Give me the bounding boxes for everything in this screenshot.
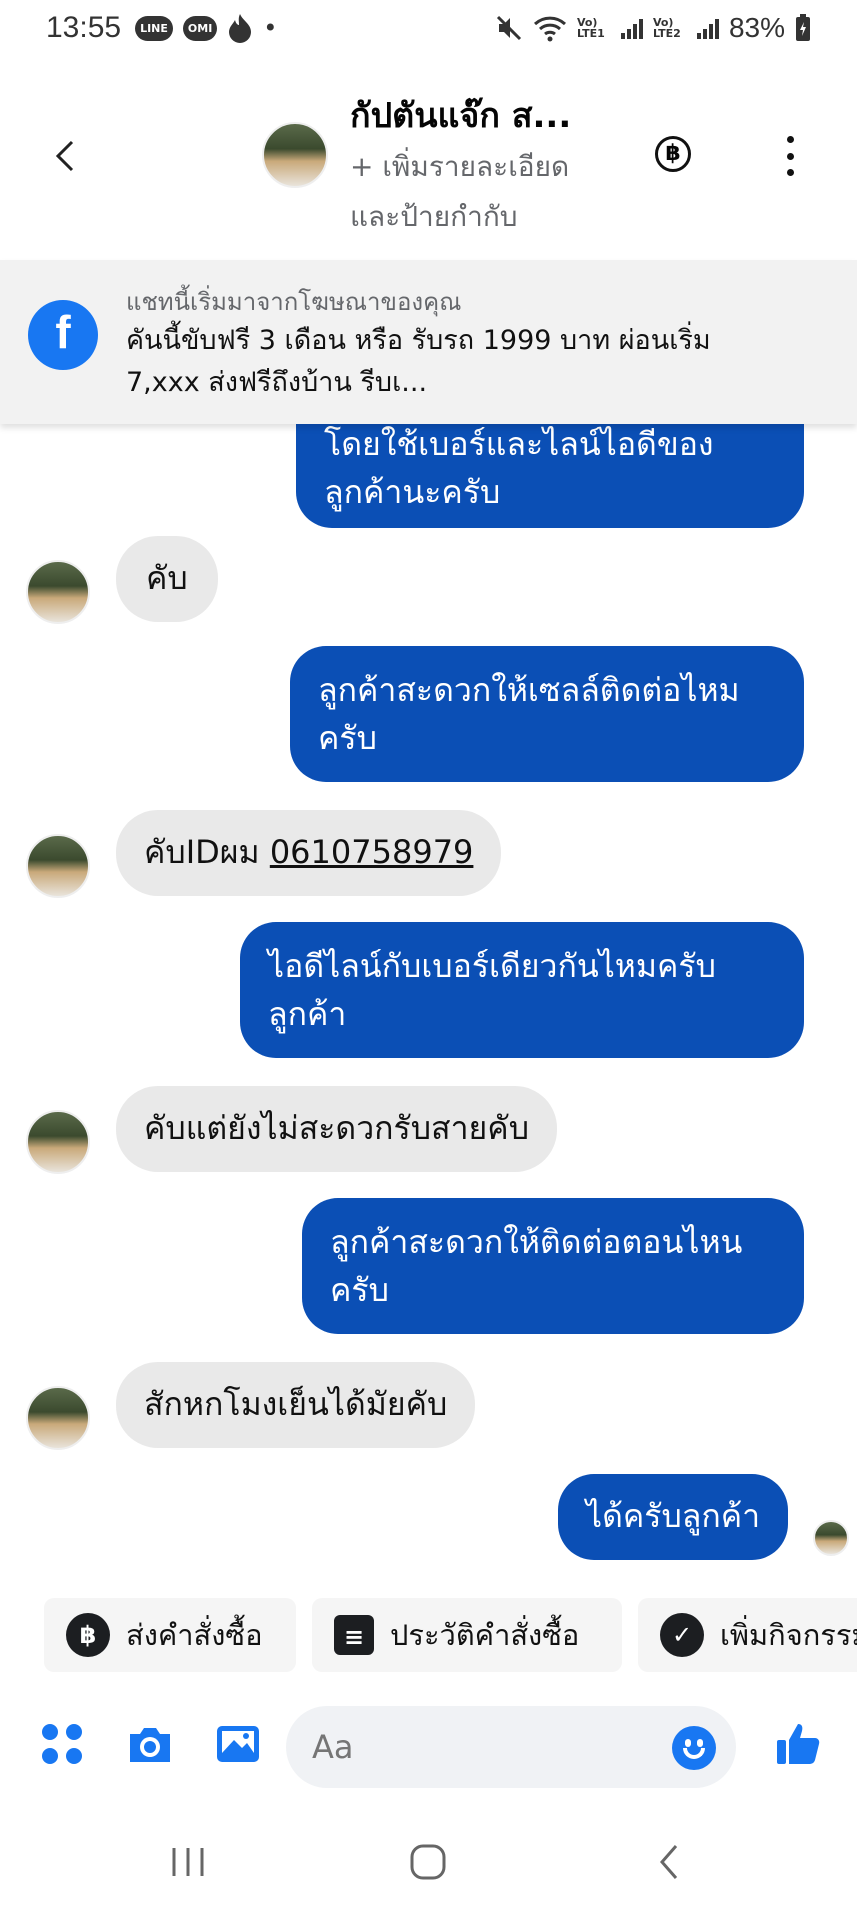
like-thumbs-up-icon[interactable] [774, 1720, 822, 1768]
message-outgoing[interactable]: ไอดีไลน์กับเบอร์เดียวกันไหมครับลูกค้า [240, 922, 804, 1058]
order-history-chip[interactable]: ≡ ประวัติคำสั่งซื้อ [312, 1598, 622, 1672]
omi-notification-icon: OMI [182, 15, 218, 41]
message-text: ลูกค้าสะดวกให้ติดต่อตอนไหนครับ [330, 1223, 743, 1309]
message-composer [0, 1700, 857, 1790]
status-time: 13:55 [46, 11, 122, 44]
signal-strength-icon [696, 17, 719, 39]
message-text: ลูกค้าสะดวกให้เซลล์ติดต่อไหมครับ [318, 671, 740, 757]
camera-icon[interactable] [126, 1720, 174, 1768]
emoji-icon[interactable] [672, 1726, 716, 1770]
seen-avatar [813, 1520, 849, 1556]
message-text: คับแต่ยังไม่สะดวกรับสายคับ [144, 1109, 529, 1147]
message-incoming[interactable]: คับแต่ยังไม่สะดวกรับสายคับ [116, 1086, 557, 1172]
wifi-icon [533, 16, 566, 42]
back-button[interactable] [48, 138, 88, 178]
sim2-label: Vo) LTE2 [652, 16, 681, 40]
facebook-icon: f [28, 300, 98, 370]
status-bar: 13:55 LINE OMI • Vo) LTE1 Vo) LTE2 83% [0, 0, 857, 56]
recent-apps-icon[interactable] [168, 1842, 208, 1882]
system-navigation-bar [0, 1820, 857, 1911]
message-text: คับ [146, 559, 188, 597]
message-text: ไอดีไลน์กับเบอร์เดียวกันไหมครับลูกค้า [268, 947, 716, 1033]
flame-notification-icon [229, 14, 252, 43]
message-outgoing[interactable]: โดยใช้เบอร์และไลน์ไอดีของลูกค้านะครับ [296, 424, 804, 528]
add-activity-chip[interactable]: ✓ เพิ่มกิจกรรม [638, 1598, 857, 1672]
contact-name[interactable]: กัปตันแจ๊ก ส... [350, 88, 571, 142]
more-options-icon[interactable] [778, 136, 802, 176]
phone-number-link[interactable]: 0610758979 [270, 833, 474, 871]
message-input[interactable] [312, 1722, 642, 1772]
message-incoming[interactable]: สักหกโมงเย็นได้มัยคับ [116, 1362, 476, 1448]
action-chip-bar[interactable]: ฿ ส่งคำสั่งซื้อ ≡ ประวัติคำสั่งซื้อ ✓ เพ… [0, 1598, 857, 1674]
sender-avatar[interactable] [26, 1110, 90, 1174]
apps-grid-icon[interactable] [38, 1720, 86, 1768]
home-icon[interactable] [408, 1842, 448, 1882]
chip-label: ประวัติคำสั่งซื้อ [390, 1618, 580, 1652]
baht-payment-button[interactable]: ฿ [655, 136, 691, 172]
message-text: ได้ครับลูกค้า [586, 1497, 761, 1535]
sender-avatar[interactable] [26, 1386, 90, 1450]
line-notification-icon: LINE [135, 15, 173, 41]
message-outgoing[interactable]: ลูกค้าสะดวกให้ติดต่อตอนไหนครับ [302, 1198, 804, 1334]
battery-icon [796, 14, 810, 41]
mute-icon [496, 15, 522, 41]
receipt-icon: ≡ [334, 1615, 374, 1655]
ad-origin-banner[interactable]: f แชทนี้เริ่มมาจากโฆษณาของคุณ คันนี้ขับฟ… [0, 260, 857, 424]
message-incoming[interactable]: คับIDผม 0610758979 [116, 810, 502, 896]
chevron-left-icon [55, 140, 74, 172]
message-text: สักหกโมงเย็นได้มัยคับ [144, 1385, 448, 1423]
system-back-icon[interactable] [650, 1842, 690, 1882]
message-text: โดยใช้เบอร์และไลน์ไอดีของลูกค้านะครับ [324, 425, 714, 511]
checkmark-icon: ✓ [660, 1613, 704, 1657]
signal-strength-icon [620, 17, 643, 39]
ad-origin-label: แชทนี้เริ่มมาจากโฆษณาของคุณ [126, 288, 462, 316]
send-order-chip[interactable]: ฿ ส่งคำสั่งซื้อ [44, 1598, 296, 1672]
message-incoming[interactable]: คับ [116, 536, 218, 622]
chip-label: เพิ่มกิจกรรม [720, 1618, 857, 1652]
sender-avatar[interactable] [26, 834, 90, 898]
chat-header: กัปตันแจ๊ก ส... + เพิ่มรายละเอียดและป้าย… [0, 80, 857, 260]
ad-text: คันนี้ขับฟรี 3 เดือน หรือ รับรถ 1999 บาท… [126, 325, 711, 398]
add-details-link[interactable]: + เพิ่มรายละเอียดและป้ายกำกับ [350, 142, 610, 242]
message-outgoing[interactable]: ได้ครับลูกค้า [558, 1474, 789, 1560]
message-outgoing[interactable]: ลูกค้าสะดวกให้เซลล์ติดต่อไหมครับ [290, 646, 804, 782]
baht-icon: ฿ [66, 1613, 110, 1657]
notification-dot: • [263, 14, 278, 42]
photo-gallery-icon[interactable] [214, 1720, 262, 1768]
battery-percent: 83% [728, 12, 785, 43]
message-list[interactable]: โดยใช้เบอร์และไลน์ไอดีของลูกค้านะครับ คั… [0, 424, 857, 1584]
message-text: คับIDผม [144, 833, 270, 871]
sim1-label: Vo) LTE1 [576, 16, 605, 40]
sender-avatar[interactable] [26, 560, 90, 624]
contact-avatar[interactable] [262, 122, 328, 188]
chip-label: ส่งคำสั่งซื้อ [126, 1618, 263, 1652]
message-input-box[interactable] [286, 1706, 736, 1788]
